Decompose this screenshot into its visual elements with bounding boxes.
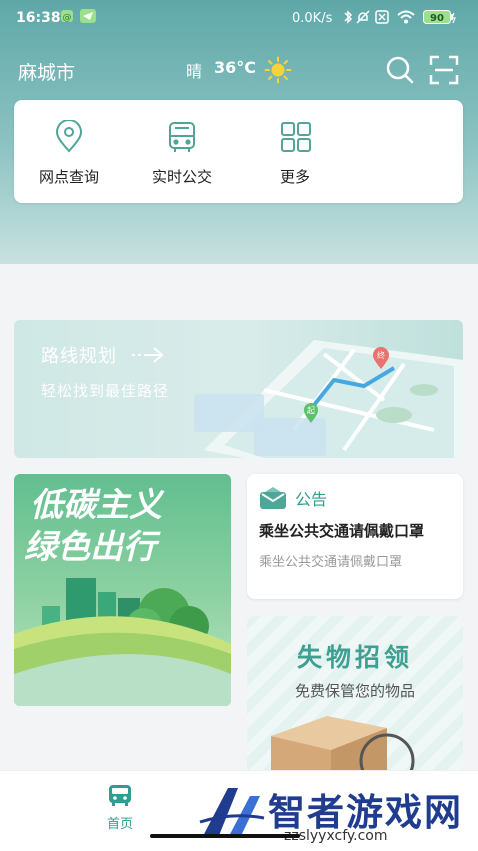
status-time: 16:38 xyxy=(16,10,61,26)
notice-title: 乘坐公共交通请佩戴口罩 xyxy=(259,522,425,540)
start-marker-icon: 起 xyxy=(302,402,320,428)
battery-level: 90 xyxy=(430,13,444,24)
notice-subtitle: 乘坐公共交通请佩戴口罩 xyxy=(259,555,403,570)
search-icon[interactable] xyxy=(384,54,416,90)
mute-icon xyxy=(356,9,370,29)
quick-menu-card: 网点查询 实时公交 更多 xyxy=(14,100,463,203)
message-icon: @ xyxy=(60,9,74,27)
bluetooth-icon xyxy=(343,9,353,29)
nav-home-tab[interactable]: 首页 xyxy=(100,783,140,832)
sun-icon xyxy=(264,56,292,88)
menu-item-outlet-query[interactable]: 网点查询 xyxy=(14,100,124,203)
green-travel-illustration: 低碳主义 绿色出行 xyxy=(14,485,231,706)
send-icon xyxy=(80,9,96,27)
status-bar: 16:38 @ 0.0K/s 90 xyxy=(0,0,478,36)
route-planning-banner[interactable]: 路线规划 轻松找到最佳路径 起 终 xyxy=(14,320,463,458)
nav-home-label: 首页 xyxy=(106,817,133,832)
lost-and-found-card[interactable]: 失物招领 免费保管您的物品 xyxy=(247,616,463,786)
home-indicator[interactable] xyxy=(150,834,300,838)
start-marker-label: 起 xyxy=(307,406,315,415)
menu-item-label: 实时公交 xyxy=(151,168,212,186)
network-speed: 0.0K/s xyxy=(292,11,333,26)
bus-home-icon xyxy=(107,785,133,811)
scan-icon[interactable] xyxy=(428,54,460,90)
grid-icon xyxy=(280,120,312,158)
box-illustration xyxy=(271,716,415,786)
route-banner-title: 路线规划 xyxy=(41,346,117,367)
menu-item-realtime-bus[interactable]: 实时公交 xyxy=(127,100,237,203)
arrow-right-icon xyxy=(130,344,166,370)
envelope-icon xyxy=(259,486,287,514)
promo-line-2: 绿色出行 xyxy=(24,527,161,566)
end-marker-label: 终 xyxy=(377,350,385,360)
route-banner-subtitle: 轻松找到最佳路径 xyxy=(41,382,170,400)
watermark: 智者游戏网 zzslyyxcfy.com xyxy=(198,776,478,850)
notice-tag: 公告 xyxy=(295,490,328,509)
notice-card[interactable]: 公告 乘坐公共交通请佩戴口罩 乘坐公共交通请佩戴口罩 xyxy=(247,474,463,599)
menu-item-label: 更多 xyxy=(279,168,310,186)
city-selector[interactable]: 麻城市 xyxy=(18,58,75,85)
sim-icon xyxy=(375,9,389,29)
promo-line-1: 低碳主义 xyxy=(30,485,165,524)
green-travel-promo[interactable]: 低碳主义 绿色出行 xyxy=(14,474,231,706)
temperature: 36°C xyxy=(214,58,257,77)
svg-text:@: @ xyxy=(63,13,72,23)
wifi-icon xyxy=(397,9,415,29)
battery-icon: 90 xyxy=(423,10,457,28)
menu-item-more[interactable]: 更多 xyxy=(240,100,350,203)
top-bar: 麻城市 晴 36°C xyxy=(0,52,478,88)
menu-item-label: 网点查询 xyxy=(38,168,99,186)
weather-condition: 晴 xyxy=(186,62,203,81)
end-marker-icon: 终 xyxy=(371,346,391,374)
bus-icon xyxy=(167,120,197,158)
location-pin-icon xyxy=(54,119,84,158)
route-map-illustration xyxy=(194,340,463,458)
